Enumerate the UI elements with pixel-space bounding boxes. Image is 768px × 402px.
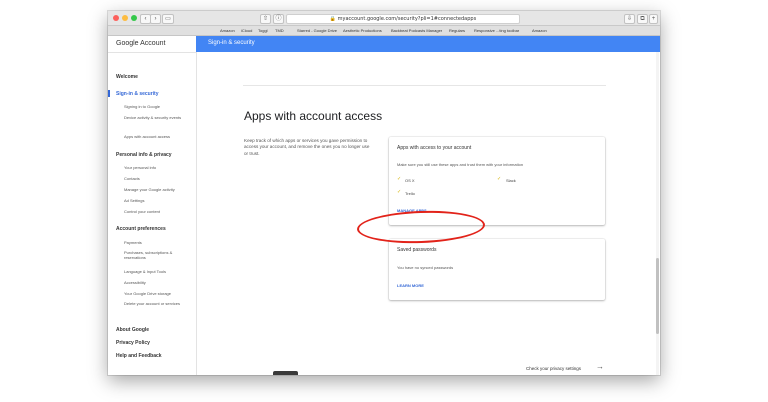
bookmark-item[interactable]: Responsive ...ting toolbar	[474, 26, 519, 35]
sidebar-subitem-language[interactable]: Language & Input Tools	[124, 269, 166, 274]
bookmark-item[interactable]: Amazon	[220, 26, 235, 35]
section-divider	[243, 85, 606, 86]
section-title: Apps with account access	[244, 109, 383, 123]
minimize-window-button[interactable]	[122, 15, 128, 21]
check-icon: ✓	[497, 176, 502, 182]
sidebar-item-sign-in-security[interactable]: Sign-in & security	[116, 91, 159, 97]
bookmark-item[interactable]: Aesthetic Productions	[343, 26, 382, 35]
bottom-handle	[273, 371, 298, 375]
active-indicator	[108, 90, 110, 97]
tabs-icon[interactable]: ⧉	[637, 14, 648, 24]
passwords-card-text: You have no synced passwords	[397, 265, 454, 270]
bookmarks-bar: Amazon iCloud Toggl TMD Starred - Google…	[108, 26, 660, 36]
bookmark-item[interactable]: Regulars	[449, 26, 465, 35]
header-bar: Sign-in & security	[196, 36, 660, 52]
apps-card-subtitle: Make sure you still use these apps and t…	[397, 162, 524, 167]
bookmark-item[interactable]: Backbeat Podcasts Manager	[391, 26, 442, 35]
sidebar-subitem-contacts[interactable]: Contacts	[124, 176, 140, 181]
sidebar-item-personal-info[interactable]: Personal info & privacy	[116, 152, 172, 158]
page-content: Google Account Welcome Sign-in & securit…	[108, 36, 660, 375]
apps-card-title: Apps with access to your account	[397, 145, 472, 151]
zoom-window-button[interactable]	[131, 15, 137, 21]
address-bar[interactable]: 🔒 myaccount.google.com/security?pli=1#co…	[286, 14, 520, 24]
sidebar-subitem-ad-settings[interactable]: Ad Settings	[124, 198, 144, 203]
app-name-slack: Slack	[506, 178, 516, 183]
sidebar-item-account-preferences[interactable]: Account preferences	[116, 226, 166, 232]
url-text: myaccount.google.com/security?pli=1#conn…	[337, 16, 477, 22]
browser-window: ‹ › ▭ ⇧ ⓘ 🔒 myaccount.google.com/securit…	[108, 11, 660, 375]
logo-area: Google Account	[108, 36, 196, 53]
sidebar-item-privacy-policy[interactable]: Privacy Policy	[116, 340, 150, 346]
sidebar-subitem-drive-storage[interactable]: Your Google Drive storage	[124, 291, 171, 296]
section-description: Keep track of which apps or services you…	[244, 138, 370, 156]
sidebar-subitem-delete-account[interactable]: Delete your account or services	[124, 301, 186, 306]
sidebar-subitem-personal-info[interactable]: Your personal info	[124, 165, 156, 170]
info-icon[interactable]: ⓘ	[273, 14, 284, 24]
passwords-card-title: Saved passwords	[397, 247, 437, 253]
sidebar-subitem-control-content[interactable]: Control your content	[124, 209, 160, 214]
sidebar: Google Account Welcome Sign-in & securit…	[108, 36, 197, 375]
download-icon[interactable]: ⇩	[624, 14, 635, 24]
bookmark-item[interactable]: Starred - Google Drive	[297, 26, 337, 35]
share-icon[interactable]: ⇧	[260, 14, 271, 24]
sidebar-item-about-google[interactable]: About Google	[116, 327, 149, 333]
new-tab-icon[interactable]: +	[649, 14, 658, 24]
bookmark-item[interactable]: Toggl	[258, 26, 268, 35]
check-icon: ✓	[397, 189, 402, 195]
sidebar-subitem-signing-in[interactable]: Signing in to Google	[124, 104, 160, 109]
sidebar-item-help-feedback[interactable]: Help and Feedback	[116, 353, 162, 359]
google-account-logo[interactable]: Google Account	[116, 40, 165, 47]
bookmark-item[interactable]: iCloud	[241, 26, 252, 35]
close-window-button[interactable]	[113, 15, 119, 21]
sidebar-subitem-purchases[interactable]: Purchases, subscriptions & reservations	[124, 250, 190, 260]
scrollbar-thumb[interactable]	[656, 258, 659, 334]
forward-icon[interactable]: ›	[150, 14, 161, 24]
bookmark-item[interactable]: Amazon	[532, 26, 547, 35]
sidebar-subitem-device-activity[interactable]: Device activity & security events	[124, 115, 188, 120]
app-name-osx: OS X	[405, 178, 415, 183]
app-name-trello: Trello	[405, 191, 415, 196]
sidebar-item-welcome[interactable]: Welcome	[116, 74, 138, 80]
page-title: Sign-in & security	[208, 40, 255, 46]
learn-more-link[interactable]: LEARN MORE	[397, 283, 424, 288]
arrow-right-icon[interactable]: →	[596, 362, 604, 371]
privacy-settings-link[interactable]: Check your privacy settings	[526, 366, 581, 371]
sidebar-subitem-apps-access[interactable]: Apps with account access	[124, 134, 170, 139]
title-bar: ‹ › ▭ ⇧ ⓘ 🔒 myaccount.google.com/securit…	[108, 11, 660, 26]
bookmark-item[interactable]: TMD	[275, 26, 284, 35]
sidebar-subitem-accessibility[interactable]: Accessibility	[124, 280, 146, 285]
lock-icon: 🔒	[329, 16, 337, 22]
sidebar-subitem-payments[interactable]: Payments	[124, 240, 142, 245]
sidebar-toggle-icon[interactable]: ▭	[162, 14, 174, 24]
sidebar-subitem-activity[interactable]: Manage your Google activity	[124, 187, 175, 192]
check-icon: ✓	[397, 176, 402, 182]
saved-passwords-card: Saved passwords You have no synced passw…	[389, 239, 605, 300]
